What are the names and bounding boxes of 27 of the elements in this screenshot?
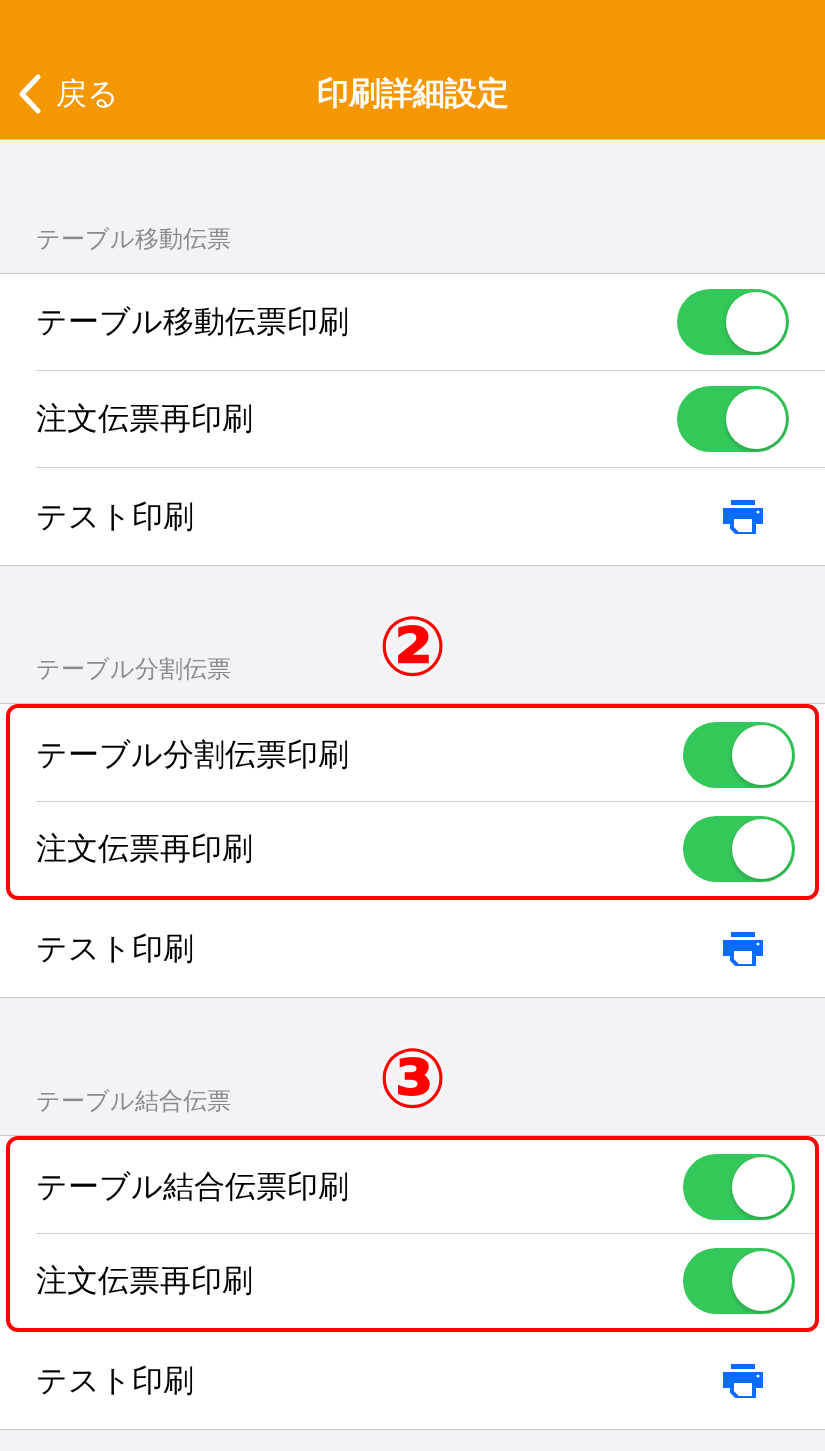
- toggle-switch[interactable]: [683, 1248, 795, 1314]
- printer-icon: [723, 499, 763, 534]
- section-header: テーブル分割伝票: [36, 654, 231, 685]
- setting-label: 注文伝票再印刷: [36, 399, 253, 438]
- section-header: テーブル移動伝票: [36, 224, 231, 255]
- chevron-left-icon: [18, 74, 42, 114]
- setting-label: テーブル移動伝票印刷: [36, 302, 349, 341]
- printer-icon: [723, 931, 763, 966]
- setting-label: テーブル結合伝票印刷: [36, 1166, 349, 1206]
- print-button[interactable]: [723, 1363, 763, 1398]
- step-number: ②: [377, 606, 448, 688]
- section-header: テーブル結合伝票: [36, 1086, 231, 1117]
- step-number: ③: [377, 1038, 448, 1120]
- toggle-switch[interactable]: [677, 386, 789, 452]
- toggle-switch[interactable]: [677, 289, 789, 355]
- setting-label: 注文伝票再印刷: [36, 829, 253, 868]
- page-title: 印刷詳細設定: [316, 73, 509, 114]
- setting-label: テスト印刷: [36, 496, 194, 536]
- print-button[interactable]: [723, 499, 763, 534]
- setting-label: 注文伝票再印刷: [36, 1261, 253, 1300]
- setting-label: テスト印刷: [36, 1360, 194, 1400]
- printer-icon: [723, 1363, 763, 1398]
- back-button[interactable]: 戻る: [0, 73, 119, 115]
- toggle-switch[interactable]: [683, 816, 795, 882]
- print-button[interactable]: [723, 931, 763, 966]
- setting-label: テスト印刷: [36, 928, 194, 968]
- setting-label: テーブル分割伝票印刷: [36, 734, 349, 774]
